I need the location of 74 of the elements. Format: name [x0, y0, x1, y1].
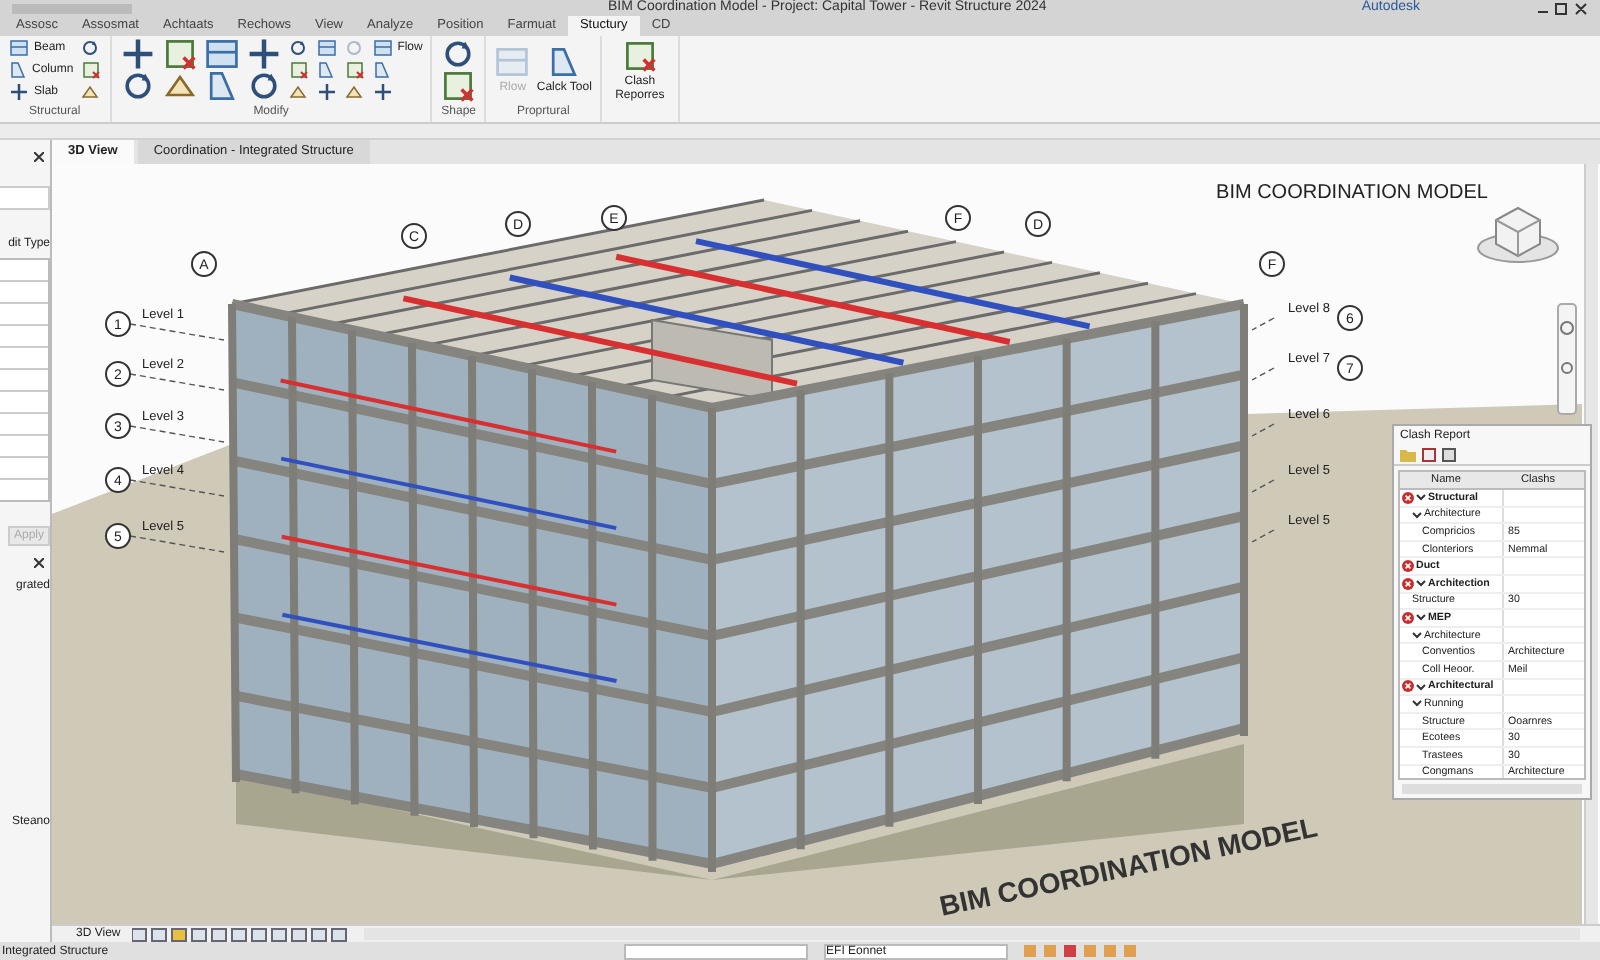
- caret-icon[interactable]: [1412, 698, 1422, 709]
- tool-button[interactable]: [245, 68, 282, 105]
- leader-line: [1251, 423, 1275, 437]
- leader-line: [129, 425, 225, 443]
- tool-icon: [371, 60, 392, 81]
- tool-button[interactable]: [315, 38, 338, 59]
- tool-icon: [8, 60, 28, 81]
- tool-button[interactable]: [315, 81, 338, 102]
- tool-icon: [621, 38, 658, 75]
- tool-icon: [203, 36, 240, 73]
- tool-icon: [315, 60, 336, 81]
- report-icon[interactable]: [1422, 448, 1436, 462]
- caret-icon[interactable]: [1416, 578, 1426, 589]
- leader-line: [1251, 529, 1275, 543]
- tool-icon: [371, 81, 394, 102]
- tool-icon: [245, 68, 282, 105]
- tool-button[interactable]: [315, 60, 338, 81]
- tool-icon: [8, 81, 30, 102]
- tool-button[interactable]: [440, 68, 477, 105]
- tool-icon: [119, 36, 156, 73]
- tool-icon: [343, 81, 364, 102]
- tool-button[interactable]: [343, 81, 366, 102]
- leader-line: [129, 479, 225, 497]
- tool-icon: [119, 68, 156, 105]
- tool-button[interactable]: [287, 81, 310, 102]
- caret-icon[interactable]: [1416, 492, 1426, 503]
- tool-button[interactable]: [287, 38, 310, 59]
- tool-icon: [161, 36, 198, 73]
- tool-icon: [343, 38, 364, 59]
- leader-line: [129, 373, 225, 391]
- leader-line: [1251, 367, 1275, 381]
- export-icon[interactable]: [1442, 448, 1456, 462]
- leader-line: [129, 535, 225, 553]
- tool-button[interactable]: [287, 60, 310, 81]
- close-icon[interactable]: [34, 558, 44, 568]
- tool-button[interactable]: [79, 60, 102, 81]
- tool-icon: [343, 60, 366, 81]
- tool-icon: [8, 38, 30, 59]
- tool-icon: [287, 81, 308, 102]
- caret-icon[interactable]: [1416, 681, 1426, 692]
- view-control-icons[interactable]: [132, 927, 353, 941]
- tool-icon: [245, 36, 282, 73]
- leader-line: [1251, 317, 1275, 331]
- tool-icon: [79, 38, 100, 59]
- tool-button[interactable]: [440, 36, 477, 73]
- view-cube-icon[interactable]: [1477, 206, 1559, 263]
- close-icon[interactable]: [34, 152, 44, 162]
- leader-line: [1251, 479, 1275, 493]
- tool-button[interactable]: [343, 60, 366, 81]
- view-title: BIM COORDINATION MODEL: [1216, 182, 1488, 204]
- caret-icon[interactable]: [1412, 509, 1422, 520]
- leader-line: [129, 323, 225, 341]
- tool-icon: [315, 81, 338, 102]
- caret-icon[interactable]: [1412, 630, 1422, 641]
- navigation-bar-icon[interactable]: [1557, 303, 1577, 415]
- tool-icon: [287, 60, 310, 81]
- tool-icon: [79, 60, 102, 81]
- tool-icon: [79, 81, 100, 102]
- tool-button[interactable]: [161, 36, 198, 73]
- caret-icon[interactable]: [1416, 612, 1426, 623]
- tool-button[interactable]: [245, 36, 282, 73]
- tool-icon: [371, 38, 394, 59]
- tool-button[interactable]: [79, 81, 102, 102]
- tool-button[interactable]: [119, 68, 156, 105]
- tool-button[interactable]: [119, 36, 156, 73]
- tool-icon: [546, 44, 583, 81]
- window-controls-icon[interactable]: [1536, 1, 1588, 15]
- tool-icon: [287, 38, 308, 59]
- tool-button[interactable]: [79, 38, 102, 59]
- tool-icon: [494, 44, 531, 81]
- tool-icon: [440, 36, 477, 73]
- tool-icon: [440, 68, 477, 105]
- tool-button[interactable]: [203, 36, 240, 73]
- tool-icon: [315, 38, 338, 59]
